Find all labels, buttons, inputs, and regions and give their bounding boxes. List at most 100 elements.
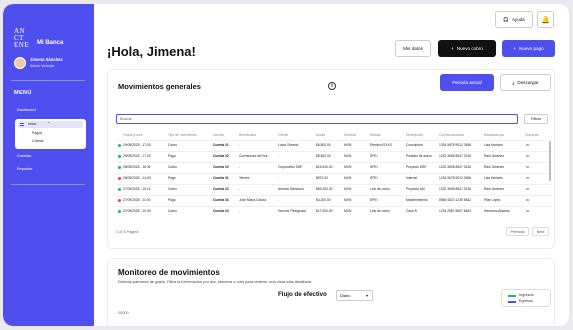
plus-icon: + xyxy=(513,46,516,51)
cell-benef: - xyxy=(239,209,241,213)
cell-asoc: 1232 3698 8547 3216 xyxy=(439,165,472,169)
nuevo-pago-button[interactable]: + Nuevo pago xyxy=(502,40,555,57)
col-moneda[interactable]: Moneda xyxy=(344,133,356,137)
cell-fecha: 29/09/2025 - 17:00 xyxy=(123,143,151,147)
sidebar-item-reportes[interactable]: Reportes xyxy=(17,167,32,171)
sidebar-item-dashboard[interactable]: Dashboard xyxy=(17,108,36,112)
col-beneficiario[interactable]: Beneficiario xyxy=(239,133,256,137)
periodo-actual-button[interactable]: Periodo actual xyxy=(440,74,494,91)
headset-icon: 🎧 xyxy=(503,16,509,22)
table-row[interactable]: 27/09/2025 - 10:30 Cobro Cuenta 04 - Huevos … xyxy=(116,207,552,215)
col-descripcion[interactable]: Descripción xyxy=(406,133,423,137)
cell-desc: Caso B xyxy=(406,209,417,213)
cell-fecha: 27/09/2025 - 10:30 xyxy=(123,209,151,213)
avatar[interactable] xyxy=(14,57,26,69)
cell-fecha: 29/09/2025 - 17:00 xyxy=(123,154,151,158)
filter-button[interactable]: Filtrar xyxy=(524,114,548,124)
legend-swatch-ingresos xyxy=(508,295,516,297)
period-select[interactable]: Diario ▾ xyxy=(336,290,373,301)
cell-moneda: MXN xyxy=(344,176,352,180)
help-button[interactable]: 🎧 Ayuda xyxy=(495,11,533,28)
table-row[interactable]: 28/09/2025 - 16:32 Cobro Cuenta 02 - Corpora… xyxy=(116,163,552,171)
search-input[interactable]: Buscar xyxy=(116,114,518,124)
cell-por: Raúl Jiménez xyxy=(484,165,504,169)
notifications-button[interactable]: 🔔 xyxy=(537,11,554,28)
cell-tipo: Cobro xyxy=(168,187,177,191)
nuevo-cobro-button[interactable]: + Nuevo cobro xyxy=(438,40,496,57)
cell-cliente: - xyxy=(278,176,280,180)
nuevo-pago-label: Nuevo pago xyxy=(518,46,544,51)
col-fecha[interactable]: Fecha y hora xyxy=(123,133,142,137)
next-button[interactable]: Next xyxy=(532,227,549,236)
cell-metodo: Link de cobro xyxy=(370,187,390,191)
period-select-value: Diario xyxy=(340,293,351,298)
nuevo-cobro-label: Nuevo cobro xyxy=(456,46,483,51)
sidebar-item-pagos[interactable]: Pagos xyxy=(32,131,42,135)
cell-cuenta: Cuenta 02 xyxy=(213,165,229,169)
table-row[interactable]: 29/09/2025 - 17:00 Pago Cuenta 02 Comisione… xyxy=(116,152,552,160)
col-cuenta[interactable]: Cuenta xyxy=(213,133,224,137)
row-options-button[interactable]: ••• xyxy=(526,154,529,158)
table-row[interactable]: 28/09/2025 - 14:00 Pago Cuenta 01 Telmex - $9… xyxy=(116,174,552,182)
mis-datos-button[interactable]: Mis datos xyxy=(395,40,431,57)
cell-metodo: SPEI xyxy=(370,198,378,202)
page-info: 1 of 5 Página xyxy=(116,230,139,234)
sidebar-item-cobros[interactable]: Cobros xyxy=(32,139,44,143)
cell-fecha: 27/09/2025 - 11:00 xyxy=(123,198,151,202)
col-opciones[interactable]: Opciones xyxy=(525,133,539,137)
status-dot xyxy=(118,166,121,169)
cell-por: Lisa Hurtado xyxy=(484,176,503,180)
status-dot xyxy=(118,199,121,202)
previous-button[interactable]: Previous xyxy=(506,227,529,236)
col-cuenta-asociada[interactable]: Cuenta asociada xyxy=(439,133,464,137)
cell-moneda: MXN xyxy=(344,187,352,191)
descargar-button[interactable]: ⤓ Descargar xyxy=(500,74,551,91)
cell-cliente: Antonio Mendoza xyxy=(278,187,304,191)
col-tipo[interactable]: Tipo de movimiento xyxy=(168,133,197,137)
cell-asoc: 1234 2587 6547 6543 xyxy=(439,209,472,213)
info-icon[interactable]: i xyxy=(328,82,336,90)
status-dot xyxy=(118,155,121,158)
help-label: Ayuda xyxy=(511,17,525,22)
menu-icon xyxy=(20,123,24,126)
col-metodo[interactable]: Método xyxy=(370,133,381,137)
cell-tipo: Cobro xyxy=(168,165,177,169)
sidebar-item-cuentas[interactable]: Cuentas xyxy=(17,154,31,158)
cell-monto: $17,000.00 xyxy=(316,209,333,213)
row-options-button[interactable]: ••• xyxy=(526,187,529,191)
table-row[interactable]: 27/09/2025 - 11:00 Pago Cuenta 03 José Marí… xyxy=(116,196,552,204)
page-title: ¡Hola, Jimena! xyxy=(107,44,196,59)
row-options-button[interactable]: ••• xyxy=(526,165,529,169)
periodo-label: Periodo actual xyxy=(452,80,482,85)
table-row[interactable]: 27/09/2025 - 15:11 Cobro Cuenta 02 - Antonio… xyxy=(116,185,552,193)
col-monto[interactable]: Monto xyxy=(316,133,325,137)
row-options-button[interactable]: ••• xyxy=(526,198,529,202)
row-options-button[interactable]: ••• xyxy=(526,143,529,147)
cell-desc: Proyecto AM xyxy=(406,187,425,191)
table-scrollbar[interactable] xyxy=(549,141,551,181)
col-cliente[interactable]: Cliente xyxy=(278,133,288,137)
cell-metodo: Link de cobro xyxy=(370,209,390,213)
cell-metodo: SPEI xyxy=(370,165,378,169)
cell-benef: Telmex xyxy=(239,176,250,180)
col-realizado-por[interactable]: Realizado por xyxy=(484,133,504,137)
cell-monto: $8,500.00 xyxy=(316,154,331,158)
cell-monto: $970.00 xyxy=(316,176,328,180)
cell-benef: - xyxy=(239,187,241,191)
menu-title: MENÚ xyxy=(14,90,32,96)
bell-icon: 🔔 xyxy=(541,16,550,24)
cell-asoc: 1234 5678 9012 3456 xyxy=(439,143,472,147)
row-options-button[interactable]: ••• xyxy=(526,176,529,180)
cell-tipo: Pago xyxy=(168,176,176,180)
row-options-button[interactable]: ••• xyxy=(526,209,529,213)
user-role: Admin Vedoder xyxy=(30,64,55,68)
cell-cliente: - xyxy=(278,198,280,202)
table-row[interactable]: 29/09/2025 - 17:00 Cobro Cuenta 01 - Luisa O… xyxy=(116,141,552,149)
cell-benef: - xyxy=(239,143,241,147)
monitoreo-subtitle: Detecta patrones de gasto. Filtra la inf… xyxy=(118,279,313,284)
cell-desc: Mantenimiento xyxy=(406,198,428,202)
cell-desc: Internet xyxy=(406,176,418,180)
cell-metodo: SPEI xyxy=(370,154,378,158)
cell-moneda: MXN xyxy=(344,209,352,213)
chevron-down-icon: ▾ xyxy=(365,293,368,298)
